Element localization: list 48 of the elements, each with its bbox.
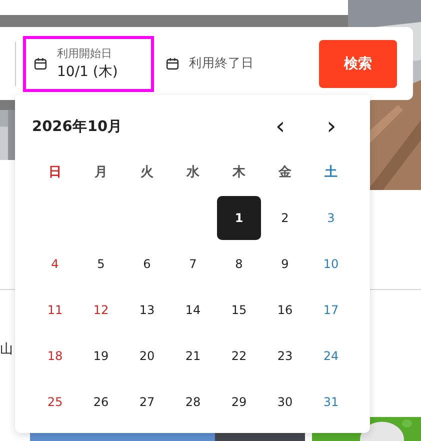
- day-cell[interactable]: 7: [171, 242, 215, 286]
- day-cell[interactable]: 30: [263, 380, 307, 424]
- day-cell[interactable]: 28: [171, 380, 215, 424]
- day-cell[interactable]: 27: [125, 380, 169, 424]
- day-cell[interactable]: 21: [171, 334, 215, 378]
- weekday-label: 月: [94, 164, 108, 181]
- weekday-label: 金: [278, 164, 292, 181]
- field-placeholder: 利用終了日: [189, 55, 254, 72]
- day-cell[interactable]: 15: [217, 288, 261, 332]
- day-cell[interactable]: 20: [125, 334, 169, 378]
- day-cell[interactable]: 24: [309, 334, 353, 378]
- day-cell[interactable]: 26: [79, 380, 123, 424]
- weekday-label: 土: [324, 164, 338, 181]
- day-cell[interactable]: 3: [309, 196, 353, 240]
- date-field[interactable]: 利用終了日: [166, 55, 306, 72]
- day-cell[interactable]: 10: [309, 242, 353, 286]
- day-cell[interactable]: 29: [217, 380, 261, 424]
- day-cell[interactable]: 2: [263, 196, 307, 240]
- next-month-button[interactable]: ›: [318, 116, 344, 136]
- day-cell[interactable]: 25: [33, 380, 77, 424]
- day-cell[interactable]: 4: [33, 242, 77, 286]
- previous-month-button[interactable]: ‹: [268, 116, 293, 136]
- day-cell[interactable]: 31: [309, 380, 353, 424]
- day-cell[interactable]: 13: [125, 288, 169, 332]
- day-cell[interactable]: 8: [217, 242, 261, 286]
- day-cell[interactable]: 9: [263, 242, 307, 286]
- day-cell[interactable]: 18: [33, 334, 77, 378]
- day-cell[interactable]: 6: [125, 242, 169, 286]
- day-cell[interactable]: 12: [79, 288, 123, 332]
- weekday-label: 日: [48, 164, 62, 181]
- month-title: 2026年10月: [32, 118, 124, 136]
- day-cell[interactable]: 17: [309, 288, 353, 332]
- weekday-label: 火: [140, 164, 154, 181]
- heading-text: 山: [0, 341, 13, 358]
- date-field[interactable]: 利用開始日 10/1 (木): [23, 36, 154, 92]
- weekday-label: 木: [232, 164, 246, 181]
- search-button[interactable]: 検索: [319, 40, 397, 88]
- day-cell[interactable]: 1: [217, 196, 261, 240]
- weekday-label: 水: [186, 164, 200, 181]
- day-cell[interactable]: 16: [263, 288, 307, 332]
- day-cell[interactable]: 11: [33, 288, 77, 332]
- day-cell[interactable]: 23: [263, 334, 307, 378]
- day-cell[interactable]: 5: [79, 242, 123, 286]
- field-value: 10/1 (木): [57, 63, 118, 81]
- day-cell[interactable]: 14: [171, 288, 215, 332]
- day-cell[interactable]: 19: [79, 334, 123, 378]
- day-cell[interactable]: 22: [217, 334, 261, 378]
- field-label: 利用開始日: [57, 46, 113, 61]
